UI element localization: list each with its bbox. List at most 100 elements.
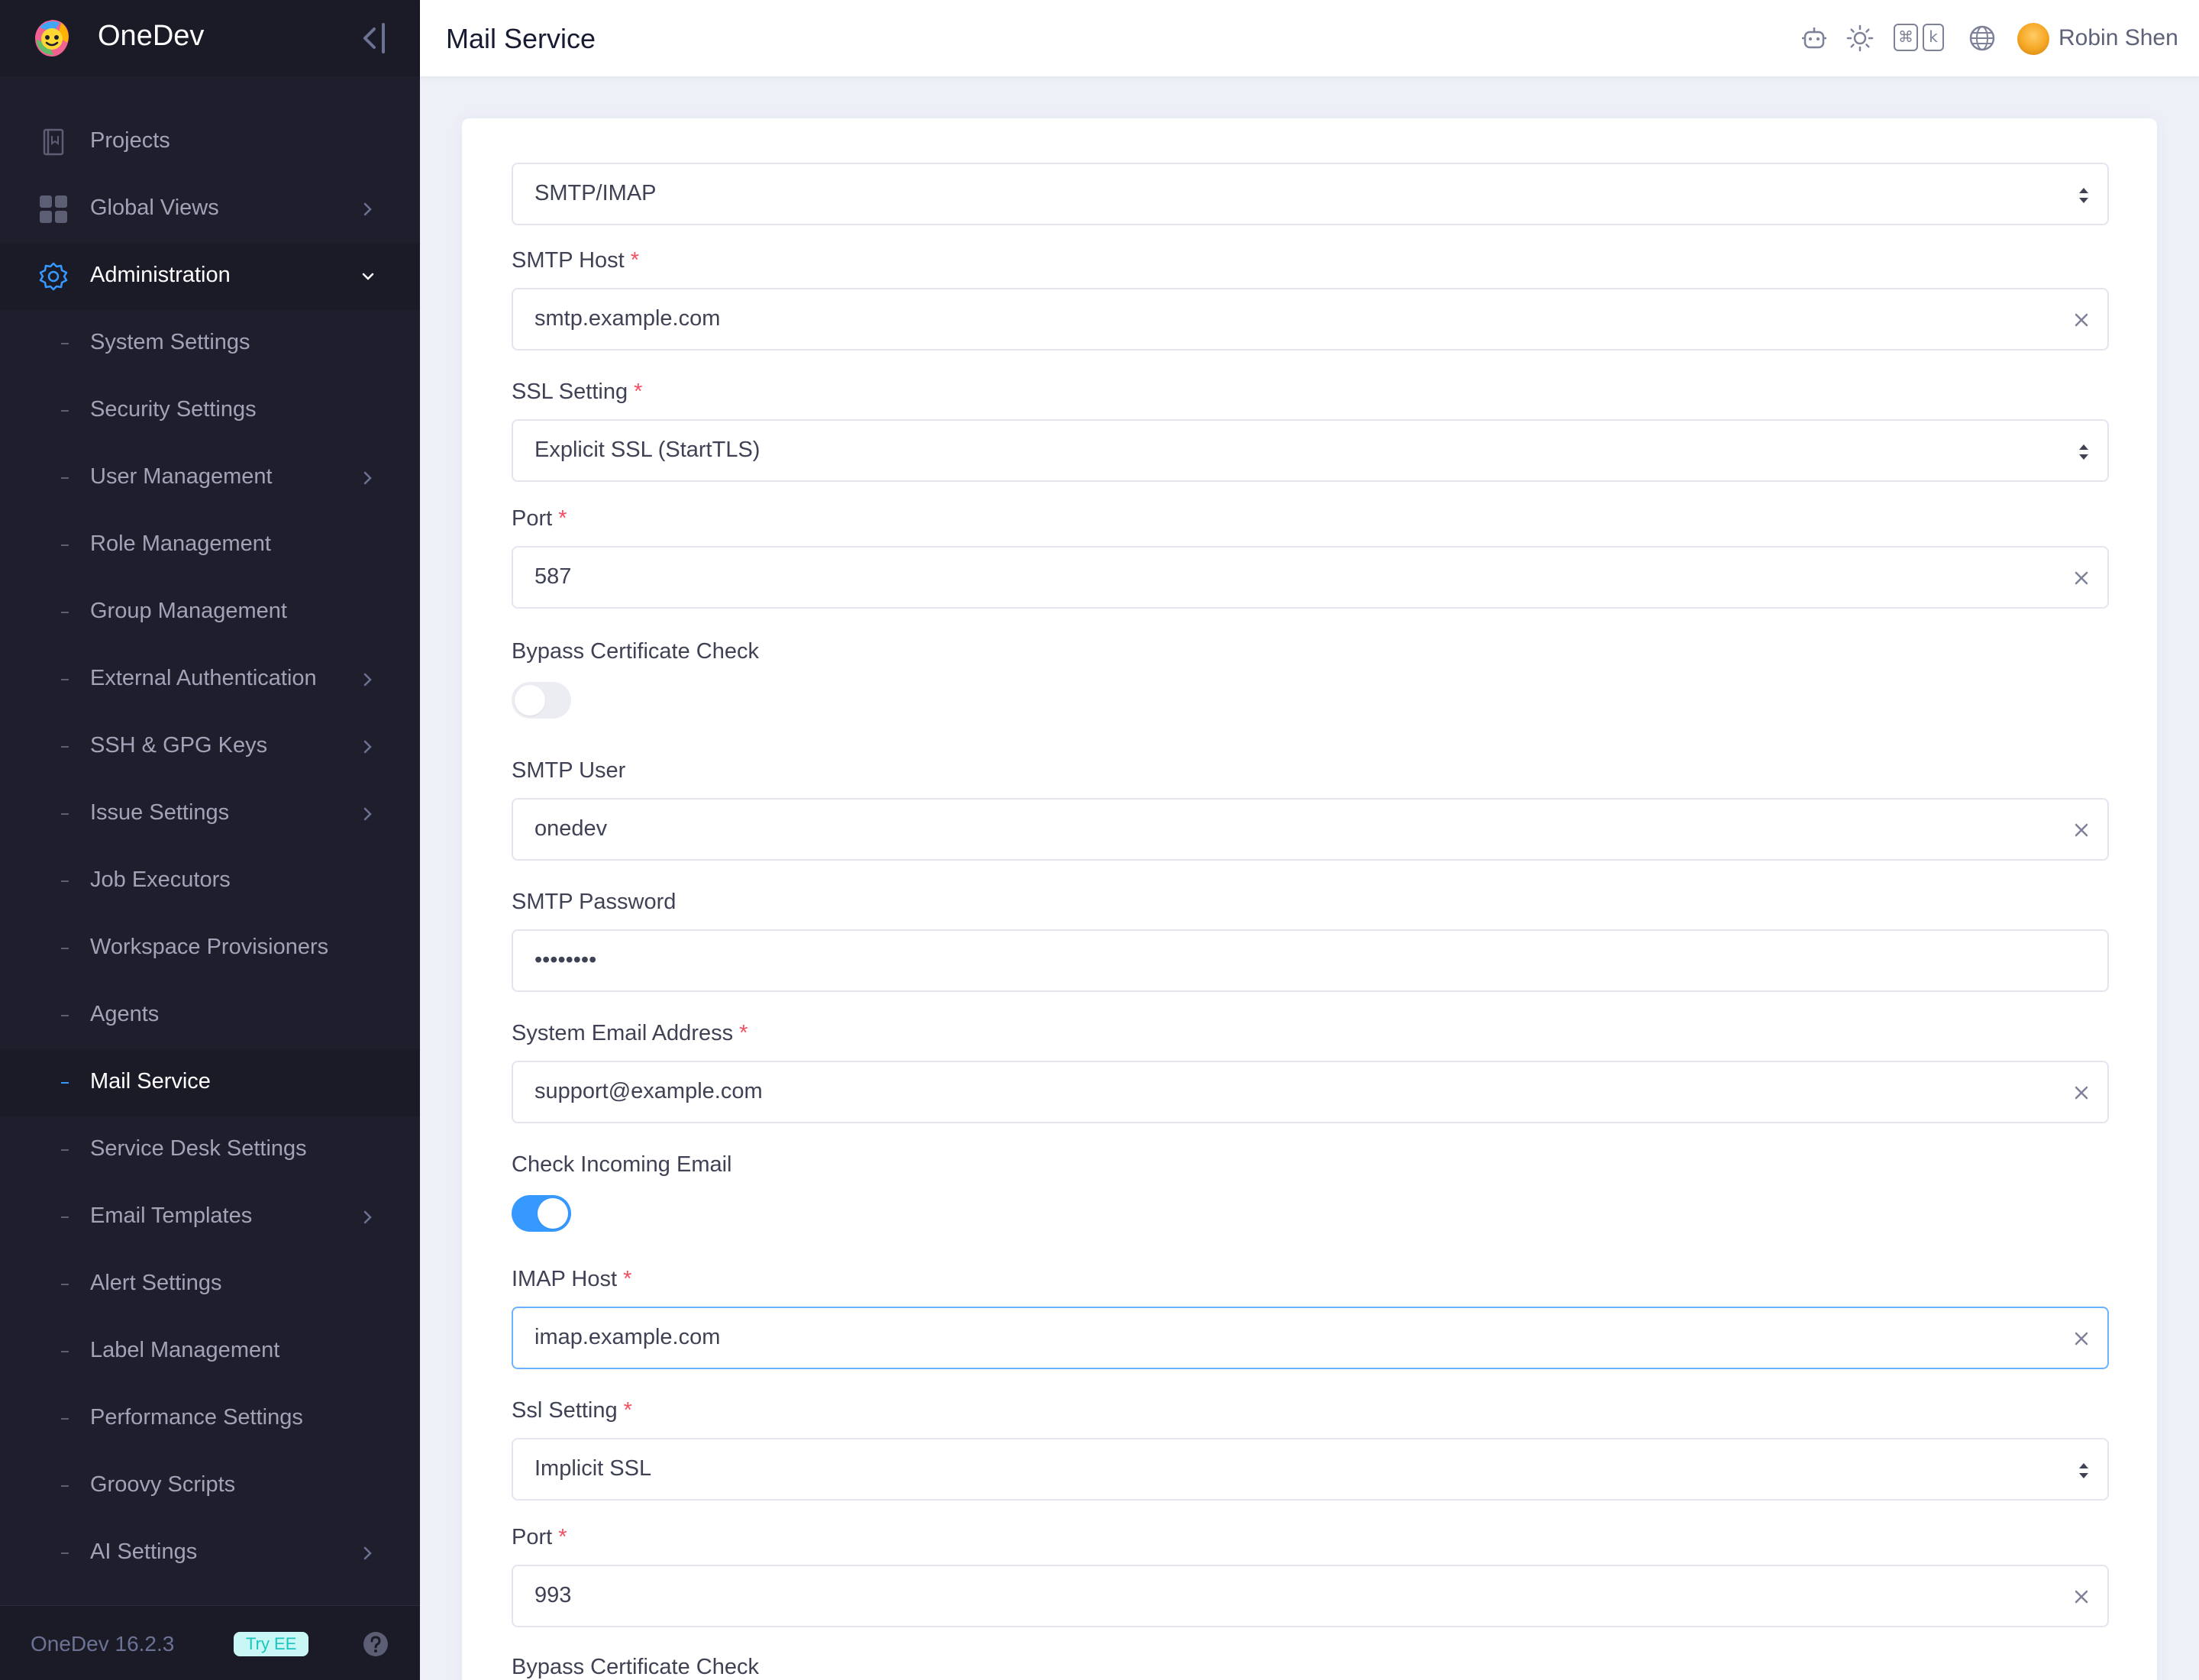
ssl-setting-label: SSL Setting * xyxy=(512,380,643,404)
chevron-right-icon xyxy=(363,740,372,754)
sidebar-item-label: Email Templates xyxy=(90,1203,253,1228)
smtp-host-input[interactable]: smtp.example.com xyxy=(512,288,2109,351)
bypass-cert-label: Bypass Certificate Check xyxy=(512,639,759,664)
sidebar-item-performance-settings[interactable]: Performance Settings xyxy=(0,1385,420,1452)
book-icon xyxy=(43,128,64,156)
sidebar-item-ssh-gpg-keys[interactable]: SSH & GPG Keys xyxy=(0,713,420,780)
bullet-icon xyxy=(61,813,69,815)
toggle-knob xyxy=(515,685,545,716)
input-value: onedev xyxy=(534,816,608,841)
sidebar-item-service-desk-settings[interactable]: Service Desk Settings xyxy=(0,1116,420,1184)
smtp-password-input[interactable]: •••••••• xyxy=(512,929,2109,992)
bullet-icon xyxy=(61,1149,69,1151)
sidebar-item-group-management[interactable]: Group Management xyxy=(0,579,420,646)
sort-arrows-icon xyxy=(2079,188,2088,203)
bullet-icon xyxy=(61,746,69,748)
smtp-user-label: SMTP User xyxy=(512,758,626,783)
clear-icon[interactable] xyxy=(2072,1329,2091,1348)
bullet-icon xyxy=(61,679,69,680)
chevron-down-icon xyxy=(362,273,374,280)
sidebar-item-label: Groovy Scripts xyxy=(90,1472,236,1497)
system-email-label: System Email Address * xyxy=(512,1021,748,1045)
brand: OneDev xyxy=(0,0,420,76)
sidebar-item-label: Administration xyxy=(90,263,231,287)
avatar[interactable] xyxy=(2017,23,2049,55)
chevron-right-icon xyxy=(363,471,372,485)
k-key-icon[interactable]: k xyxy=(1923,24,1944,51)
sidebar-item-role-management[interactable]: Role Management xyxy=(0,512,420,579)
imap-host-label: IMAP Host * xyxy=(512,1267,632,1291)
sidebar-item-label: SSH & GPG Keys xyxy=(90,733,268,758)
bullet-icon xyxy=(61,1552,69,1554)
check-incoming-toggle[interactable] xyxy=(512,1195,571,1232)
imap-bypass-cert-label: Bypass Certificate Check xyxy=(512,1655,759,1679)
chevron-right-icon xyxy=(363,1210,372,1224)
sidebar-item-label: Workspace Provisioners xyxy=(90,935,329,959)
port-input[interactable]: 587 xyxy=(512,546,2109,609)
command-key-icon[interactable]: ⌘ xyxy=(1894,24,1918,51)
user-name[interactable]: Robin Shen xyxy=(2059,25,2178,51)
sidebar-item-label: AI Settings xyxy=(90,1539,198,1564)
sidebar-item-email-templates[interactable]: Email Templates xyxy=(0,1184,420,1251)
try-ee-badge[interactable]: Try EE xyxy=(234,1632,309,1656)
select-value: SMTP/IMAP xyxy=(534,181,657,205)
sidebar-item-administration[interactable]: Administration xyxy=(0,243,420,310)
bullet-icon xyxy=(61,1418,69,1420)
chevron-right-icon xyxy=(363,202,372,216)
clear-icon[interactable] xyxy=(2072,311,2091,329)
globe-icon[interactable] xyxy=(1968,24,1996,52)
help-icon[interactable] xyxy=(362,1630,389,1658)
bullet-icon xyxy=(61,880,69,882)
sun-icon[interactable] xyxy=(1846,24,1874,52)
imap-ssl-label: Ssl Setting * xyxy=(512,1398,632,1423)
smtp-user-input[interactable]: onedev xyxy=(512,798,2109,861)
input-value: 587 xyxy=(534,564,572,589)
bullet-icon xyxy=(61,1082,69,1084)
bullet-icon xyxy=(61,1216,69,1218)
bypass-cert-toggle[interactable] xyxy=(512,682,571,719)
sidebar-item-workspace-provisioners[interactable]: Workspace Provisioners xyxy=(0,915,420,982)
brand-name[interactable]: OneDev xyxy=(98,20,204,53)
clear-icon[interactable] xyxy=(2072,821,2091,839)
sidebar-item-label: System Settings xyxy=(90,330,250,354)
collapse-sidebar-icon[interactable] xyxy=(357,20,391,57)
bullet-icon xyxy=(61,948,69,949)
sidebar-item-ai-settings[interactable]: AI Settings xyxy=(0,1520,420,1587)
imap-ssl-select[interactable]: Implicit SSL xyxy=(512,1438,2109,1501)
sidebar-item-mail-service[interactable]: Mail Service xyxy=(0,1049,420,1116)
chevron-right-icon xyxy=(363,673,372,687)
system-email-input[interactable]: support@example.com xyxy=(512,1061,2109,1123)
sidebar-item-issue-settings[interactable]: Issue Settings xyxy=(0,780,420,848)
ssl-setting-select[interactable]: Explicit SSL (StartTLS) xyxy=(512,419,2109,482)
sidebar-item-agents[interactable]: Agents xyxy=(0,982,420,1049)
imap-host-input[interactable]: imap.example.com xyxy=(512,1307,2109,1369)
sidebar-item-label: Projects xyxy=(90,128,170,153)
sidebar-item-system-settings[interactable]: System Settings xyxy=(0,310,420,377)
bullet-icon xyxy=(61,1485,69,1487)
sidebar-item-label-management[interactable]: Label Management xyxy=(0,1318,420,1385)
sidebar-item-user-management[interactable]: User Management xyxy=(0,444,420,512)
sidebar-item-security-settings[interactable]: Security Settings xyxy=(0,377,420,444)
input-value: imap.example.com xyxy=(534,1325,721,1349)
onedev-logo-icon[interactable] xyxy=(31,17,73,60)
robot-icon[interactable] xyxy=(1800,24,1828,52)
bullet-icon xyxy=(61,612,69,613)
sidebar-item-job-executors[interactable]: Job Executors xyxy=(0,848,420,915)
clear-icon[interactable] xyxy=(2072,1588,2091,1606)
sidebar-footer: OneDev 16.2.3 Try EE xyxy=(0,1605,420,1680)
mail-type-select[interactable]: SMTP/IMAP xyxy=(512,163,2109,225)
input-value: support@example.com xyxy=(534,1079,763,1103)
sidebar-item-global-views[interactable]: Global Views xyxy=(0,176,420,243)
sidebar-item-groovy-scripts[interactable]: Groovy Scripts xyxy=(0,1452,420,1520)
clear-icon[interactable] xyxy=(2072,1084,2091,1102)
sidebar-item-label: Security Settings xyxy=(90,397,257,422)
sidebar-item-label: Group Management xyxy=(90,599,287,623)
clear-icon[interactable] xyxy=(2072,569,2091,587)
sidebar-item-alert-settings[interactable]: Alert Settings xyxy=(0,1251,420,1318)
sidebar-item-label: Performance Settings xyxy=(90,1405,303,1430)
sidebar-item-projects[interactable]: Projects xyxy=(0,108,420,176)
smtp-host-label: SMTP Host * xyxy=(512,248,640,273)
sidebar-item-external-authentication[interactable]: External Authentication xyxy=(0,646,420,713)
imap-port-input[interactable]: 993 xyxy=(512,1565,2109,1627)
chevron-right-icon xyxy=(363,1546,372,1560)
